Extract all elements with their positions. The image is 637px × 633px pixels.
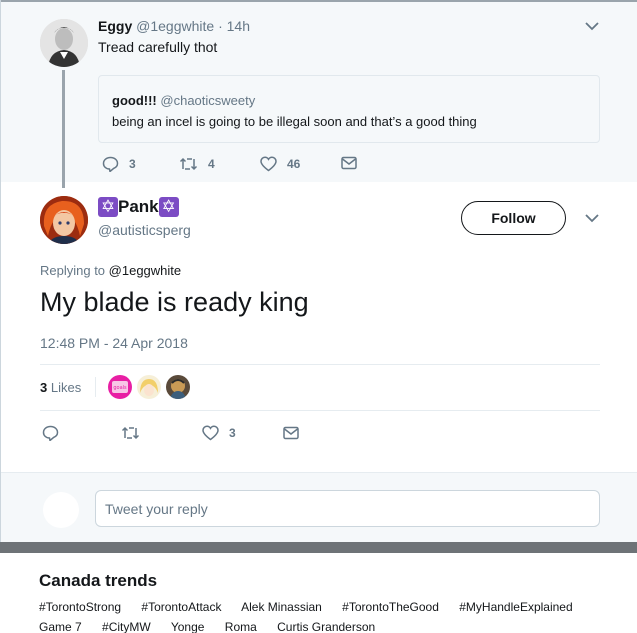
- likes-count: 3: [40, 380, 48, 395]
- envelope-icon: [283, 426, 299, 440]
- overlay-backdrop: [0, 542, 637, 553]
- dm-action[interactable]: [283, 426, 309, 440]
- trend-link[interactable]: #TorontoAttack: [141, 600, 221, 614]
- liker-avatar[interactable]: [166, 375, 190, 399]
- author-handle[interactable]: @1eggwhite: [136, 18, 214, 34]
- trend-link[interactable]: #CityMW: [102, 620, 151, 633]
- avatar[interactable]: [40, 19, 88, 67]
- star-of-david-icon: ✡: [158, 197, 179, 217]
- trends-row: Game 7 #CityMW Yonge Roma Curtis Grander…: [39, 620, 392, 633]
- reply-input[interactable]: [95, 490, 600, 527]
- star-of-david-icon: ✡: [98, 197, 118, 217]
- like-count: 3: [229, 426, 236, 440]
- separator-dot: ·: [218, 18, 223, 34]
- trend-link[interactable]: #TorontoTheGood: [342, 600, 439, 614]
- quoted-text: being an incel is going to be illegal so…: [112, 114, 477, 129]
- like-count: 46: [287, 157, 301, 171]
- retweet-action[interactable]: 4: [179, 156, 215, 172]
- author-name[interactable]: ✡ Pank ✡: [98, 197, 179, 217]
- tweet-text: My blade is ready king: [40, 287, 309, 317]
- reply-count: 3: [129, 157, 136, 171]
- liker-avatar[interactable]: [137, 375, 161, 399]
- parent-header: Eggy @1eggwhite · 14h: [98, 18, 250, 34]
- follow-button[interactable]: Follow: [461, 201, 566, 235]
- envelope-icon: [341, 156, 357, 170]
- trend-link[interactable]: #TorontoStrong: [39, 600, 121, 614]
- retweet-action[interactable]: [121, 425, 150, 441]
- replying-prefix: Replying to: [40, 263, 106, 278]
- reply-action[interactable]: 3: [102, 156, 136, 172]
- quoted-author-name: good!!!: [112, 93, 157, 108]
- retweet-icon: [179, 157, 198, 171]
- trend-link[interactable]: Curtis Granderson: [277, 620, 375, 633]
- reply-composer: [1, 472, 637, 542]
- avatar: [43, 492, 79, 528]
- trends-title: Canada trends: [39, 571, 158, 590]
- divider: [95, 377, 96, 397]
- trend-link[interactable]: Alek Minassian: [241, 600, 322, 614]
- trend-link[interactable]: Roma: [225, 620, 257, 633]
- quoted-tweet[interactable]: good!!! @chaoticsweety being an incel is…: [98, 75, 600, 143]
- dm-action[interactable]: [341, 156, 367, 170]
- tweet-timestamp[interactable]: 12:48 PM - 24 Apr 2018: [40, 335, 188, 351]
- chevron-down-icon[interactable]: [585, 213, 599, 223]
- trend-link[interactable]: Yonge: [171, 620, 205, 633]
- like-action[interactable]: 3: [202, 425, 236, 441]
- divider: [40, 364, 600, 365]
- likes-label: Likes: [50, 380, 82, 395]
- like-action[interactable]: 46: [260, 156, 300, 172]
- trends-panel: Canada trends #TorontoStrong #TorontoAtt…: [0, 553, 637, 633]
- replying-to-handle[interactable]: @1eggwhite: [109, 263, 181, 278]
- liker-avatar-text: goals: [113, 385, 127, 391]
- tweet-time[interactable]: 14h: [227, 18, 250, 34]
- reply-action[interactable]: [42, 425, 69, 441]
- reply-icon: [102, 156, 119, 172]
- divider: [40, 410, 600, 411]
- trend-link[interactable]: #MyHandleExplained: [459, 600, 572, 614]
- tweet-text: Tread carefully thot: [98, 39, 218, 55]
- retweet-icon: [121, 426, 140, 440]
- trend-link[interactable]: Game 7: [39, 620, 82, 633]
- tweet-card: Eggy @1eggwhite · 14h Tread carefully th…: [0, 0, 637, 542]
- chevron-down-icon[interactable]: [585, 21, 599, 31]
- avatar[interactable]: [40, 196, 88, 244]
- heart-icon: [260, 156, 277, 172]
- author-name-text: Pank: [118, 197, 159, 216]
- replying-to: Replying to @1eggwhite: [40, 263, 181, 278]
- parent-tweet[interactable]: Eggy @1eggwhite · 14h Tread carefully th…: [1, 2, 637, 182]
- author-handle[interactable]: @autisticsperg: [98, 222, 191, 238]
- reply-icon: [42, 425, 59, 441]
- author-name[interactable]: Eggy: [98, 18, 132, 34]
- quoted-header: good!!! @chaoticsweety: [112, 93, 255, 108]
- thread-connector: [62, 70, 65, 188]
- liker-avatar[interactable]: goals: [108, 375, 132, 399]
- likes-stat[interactable]: 3 Likes: [40, 380, 81, 395]
- heart-icon: [202, 425, 219, 441]
- retweet-count: 4: [208, 157, 215, 171]
- trends-row: #TorontoStrong #TorontoAttack Alek Minas…: [39, 600, 590, 614]
- quoted-author-handle: @chaoticsweety: [160, 93, 256, 108]
